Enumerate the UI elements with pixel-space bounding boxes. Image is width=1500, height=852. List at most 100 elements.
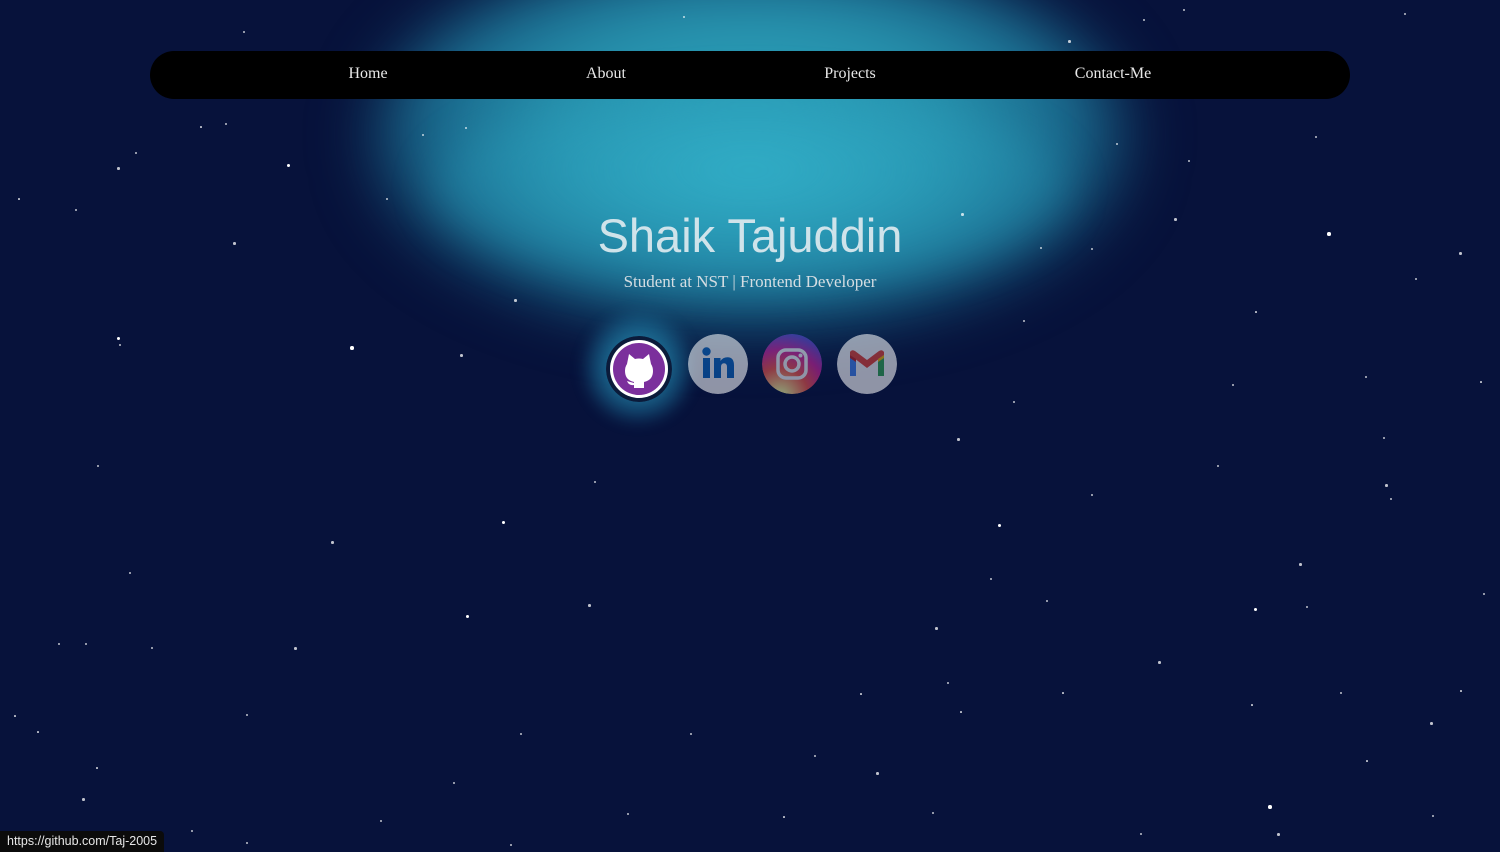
star: [783, 816, 785, 818]
star: [294, 647, 297, 650]
star: [97, 465, 99, 467]
star: [243, 31, 245, 33]
star: [18, 198, 20, 200]
star: [1217, 465, 1219, 467]
star: [117, 337, 120, 340]
starry-background: [0, 0, 1500, 852]
star: [1315, 136, 1317, 138]
star: [380, 820, 382, 822]
nav-link-about[interactable]: About: [586, 65, 626, 83]
star: [1430, 722, 1433, 725]
star: [82, 798, 85, 801]
star: [246, 714, 248, 716]
star: [960, 711, 962, 713]
star: [1299, 563, 1302, 566]
star: [932, 812, 934, 814]
nav-link-contact-me[interactable]: Contact-Me: [1075, 65, 1151, 83]
nav-link-home[interactable]: Home: [348, 65, 387, 83]
star: [1340, 692, 1342, 694]
github-link[interactable]: [606, 336, 672, 402]
star: [246, 842, 248, 844]
star: [1268, 805, 1272, 809]
gmail-link[interactable]: [837, 334, 897, 394]
star: [957, 438, 960, 441]
star: [200, 126, 202, 128]
star: [1432, 815, 1434, 817]
star: [85, 643, 87, 645]
star: [683, 16, 685, 18]
star: [14, 715, 16, 717]
star: [386, 198, 388, 200]
star: [465, 127, 467, 129]
star: [129, 572, 131, 574]
star: [119, 344, 121, 346]
github-icon: [606, 336, 672, 402]
star: [1306, 606, 1308, 608]
star: [1383, 437, 1385, 439]
star: [1183, 9, 1185, 11]
star: [1255, 311, 1257, 313]
star: [510, 844, 512, 846]
star: [502, 521, 505, 524]
star: [466, 615, 469, 618]
star: [627, 813, 629, 815]
star: [1232, 384, 1234, 386]
nav-link-projects[interactable]: Projects: [824, 65, 876, 83]
star: [1460, 690, 1462, 692]
star: [453, 782, 455, 784]
star: [151, 647, 153, 649]
star: [1404, 13, 1406, 15]
star: [1068, 40, 1071, 43]
star: [876, 772, 879, 775]
star: [1013, 401, 1015, 403]
star: [690, 733, 692, 735]
star: [990, 578, 992, 580]
status-bar-url: https://github.com/Taj-2005: [0, 831, 165, 852]
star: [1116, 143, 1118, 145]
star: [1365, 376, 1367, 378]
star: [225, 123, 227, 125]
star: [1046, 600, 1048, 602]
instagram-icon: [762, 334, 822, 394]
star: [1390, 498, 1392, 500]
star: [37, 731, 39, 733]
hero-subtitle: Student at NST | Frontend Developer: [623, 272, 877, 291]
star: [935, 627, 938, 630]
instagram-link[interactable]: [762, 334, 822, 394]
star: [1188, 160, 1190, 162]
star: [814, 755, 816, 757]
star: [520, 733, 522, 735]
gmail-icon: [837, 334, 897, 394]
star: [1254, 608, 1257, 611]
star: [191, 830, 193, 832]
star: [135, 152, 137, 154]
linkedin-icon: [688, 334, 748, 394]
star: [1023, 320, 1025, 322]
star: [998, 524, 1001, 527]
star: [1143, 19, 1145, 21]
linkedin-link[interactable]: [688, 334, 748, 394]
star: [58, 643, 60, 645]
star: [1158, 661, 1161, 664]
star: [1385, 484, 1388, 487]
star: [1062, 692, 1064, 694]
star: [331, 541, 334, 544]
star: [350, 346, 354, 350]
star: [460, 354, 463, 357]
star: [1140, 833, 1142, 835]
star: [422, 134, 424, 136]
star: [1366, 760, 1368, 762]
hero-name: Shaik Tajuddin: [597, 209, 903, 262]
star: [594, 481, 596, 483]
star: [1483, 593, 1485, 595]
star: [287, 164, 290, 167]
star: [1251, 704, 1253, 706]
star: [1480, 381, 1482, 383]
star: [1091, 494, 1093, 496]
star: [947, 682, 949, 684]
star: [514, 299, 517, 302]
star: [1277, 833, 1280, 836]
star: [96, 767, 98, 769]
navbar: Home About Projects Contact-Me: [150, 51, 1350, 99]
star: [588, 604, 591, 607]
